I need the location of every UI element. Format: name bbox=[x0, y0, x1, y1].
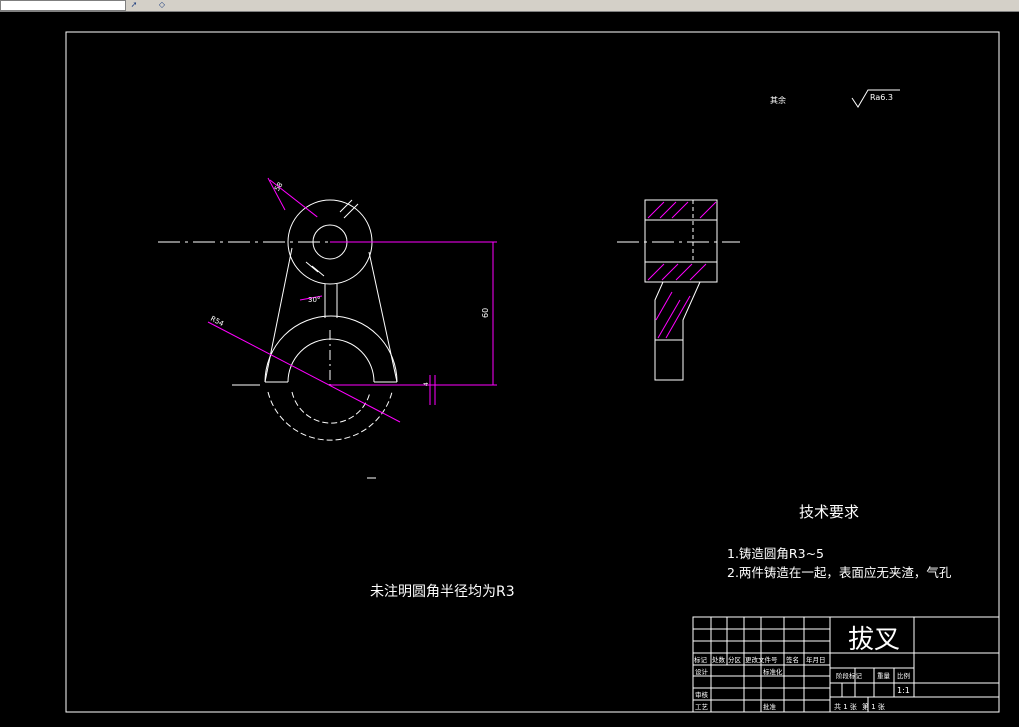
side-view-hatch bbox=[647, 201, 717, 339]
title-block bbox=[692, 616, 1000, 713]
scale-value: 1:1 bbox=[897, 686, 910, 695]
lower-fork-inner bbox=[287, 338, 375, 383]
roughness-symbol: Ra6.3 bbox=[851, 89, 900, 108]
drawing-border bbox=[65, 31, 1000, 713]
row-approve: 批准 bbox=[763, 702, 777, 711]
row-standard: 标准化 bbox=[763, 667, 783, 676]
dim-30deg-text: 30° bbox=[308, 296, 320, 304]
tech-requirements-title: 技术要求 bbox=[799, 503, 859, 521]
cad-toolbar: ➚ ◇ bbox=[0, 0, 1019, 12]
svg-text:标记: 标记 bbox=[694, 655, 708, 664]
dim-r54-line bbox=[207, 321, 401, 423]
row-design: 设计 bbox=[695, 667, 709, 676]
stage-mark-label: 阶段标记 bbox=[836, 671, 863, 680]
tech-requirement-2: 2.两件铸造在一起，表面应无夹渣，气孔 bbox=[727, 565, 952, 580]
dim-60-text: 60 bbox=[481, 308, 490, 318]
part-name: 拔叉 bbox=[848, 625, 900, 655]
weight-label: 重量 bbox=[877, 672, 891, 680]
right-arm bbox=[368, 251, 398, 383]
svg-text:处数: 处数 bbox=[712, 655, 726, 664]
layer-combo[interactable] bbox=[0, 0, 126, 11]
dim-4-text: 4 bbox=[423, 382, 430, 386]
svg-text:签名: 签名 bbox=[786, 655, 799, 664]
row-review: 审核 bbox=[695, 690, 709, 699]
svg-text:更改文件号: 更改文件号 bbox=[745, 655, 778, 664]
sheet-number: 第 1 张 bbox=[862, 702, 885, 711]
dim-r54-text: R54 bbox=[209, 315, 225, 329]
roughness-other-label: 其余 bbox=[770, 95, 786, 105]
left-arm bbox=[264, 247, 293, 383]
scale-label: 比例 bbox=[897, 671, 910, 680]
tech-requirement-1: 1.铸造圆角R3~5 bbox=[727, 546, 824, 561]
revision-headers: 标记 处数 分区 更改文件号 签名 年月日 bbox=[694, 655, 826, 664]
drawing-canvas[interactable]: 其余 Ra6.3 58 30° R54 60 4 技术要求 1.铸造圆角R3~5… bbox=[0, 12, 1019, 727]
svg-text:年月日: 年月日 bbox=[806, 655, 826, 664]
svg-text:分区: 分区 bbox=[728, 655, 742, 664]
layers-icon[interactable]: ◇ bbox=[155, 0, 169, 10]
side-view bbox=[617, 199, 740, 381]
lower-fork-outer bbox=[264, 315, 398, 383]
sheets-total: 共 1 张 bbox=[834, 702, 857, 711]
row-process: 工艺 bbox=[695, 703, 709, 711]
lower-ring-hidden bbox=[267, 391, 393, 441]
fillet-note: 未注明圆角半径均为R3 bbox=[370, 584, 515, 600]
pointer-icon[interactable]: ➚ bbox=[127, 0, 141, 10]
svg-text:Ra6.3: Ra6.3 bbox=[870, 93, 893, 102]
